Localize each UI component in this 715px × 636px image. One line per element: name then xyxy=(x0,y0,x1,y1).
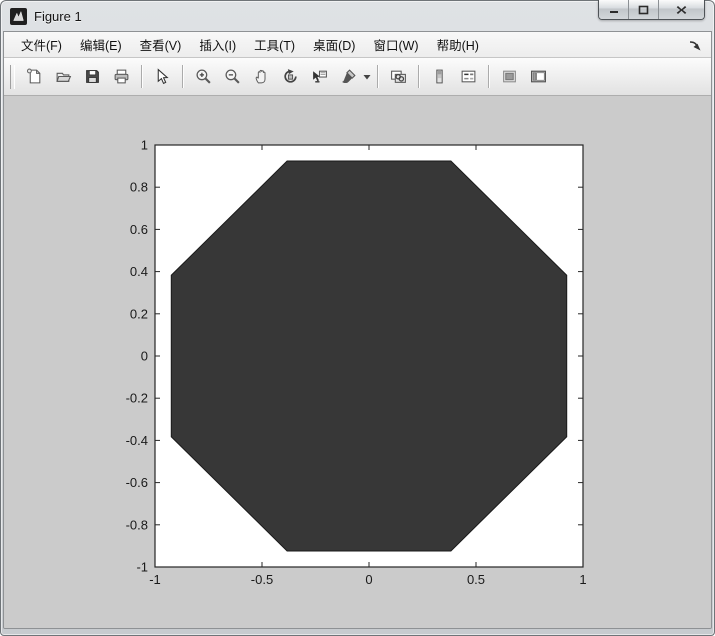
menu-file[interactable]: 文件(F) xyxy=(12,32,71,57)
edit-plot-button[interactable] xyxy=(149,63,176,90)
pan-button[interactable] xyxy=(248,63,275,90)
show-plot-tools-icon xyxy=(530,68,547,85)
legend-icon xyxy=(460,68,477,85)
print-icon xyxy=(113,68,130,85)
brush-dropdown-button[interactable] xyxy=(361,64,372,89)
toolbar-separator xyxy=(418,65,420,88)
menu-bar: 文件(F) 编辑(E) 查看(V) 插入(I) 工具(T) 桌面(D) 窗口(W… xyxy=(4,32,711,58)
brush-data-button[interactable] xyxy=(335,63,362,90)
window-title: Figure 1 xyxy=(34,9,82,24)
minimize-icon xyxy=(609,5,619,14)
y-tick-label: 0.6 xyxy=(130,222,148,237)
y-tick-label: 1 xyxy=(141,138,148,153)
menu-window[interactable]: 窗口(W) xyxy=(364,32,427,57)
pan-hand-icon xyxy=(253,68,270,85)
zoom-in-button[interactable] xyxy=(190,63,217,90)
y-tick-label: -0.6 xyxy=(126,475,148,490)
minimize-button[interactable] xyxy=(599,0,629,19)
menu-tools[interactable]: 工具(T) xyxy=(245,32,304,57)
matlab-logo-icon xyxy=(10,8,27,25)
figure-toolbar xyxy=(4,58,711,96)
toolbar-separator xyxy=(377,65,379,88)
menu-help[interactable]: 帮助(H) xyxy=(428,32,488,57)
y-tick-label: -0.8 xyxy=(126,517,148,532)
window-content: 文件(F) 编辑(E) 查看(V) 插入(I) 工具(T) 桌面(D) 窗口(W… xyxy=(4,32,711,628)
menu-view[interactable]: 查看(V) xyxy=(131,32,191,57)
restore-button[interactable] xyxy=(629,0,659,19)
restore-icon xyxy=(638,5,649,15)
menu-insert[interactable]: 插入(I) xyxy=(190,32,245,57)
menu-desktop[interactable]: 桌面(D) xyxy=(304,32,364,57)
window-controls xyxy=(598,0,705,20)
y-tick-label: 0.4 xyxy=(130,264,148,279)
link-plot-icon xyxy=(390,68,407,85)
new-figure-button[interactable] xyxy=(21,63,48,90)
x-tick-label: -1 xyxy=(149,572,161,587)
zoom-in-icon xyxy=(195,68,212,85)
x-tick-label: -0.5 xyxy=(251,572,273,587)
rotate-3d-icon xyxy=(282,68,299,85)
chevron-down-icon xyxy=(363,74,371,80)
menu-edit[interactable]: 编辑(E) xyxy=(71,32,131,57)
y-tick-label: 0.8 xyxy=(130,180,148,195)
colorbar-icon xyxy=(431,68,448,85)
toolbar-separator xyxy=(488,65,490,88)
data-cursor-button[interactable] xyxy=(306,63,333,90)
toolbar-grip[interactable] xyxy=(10,65,15,89)
axes-plot: -1 -0.5 0 0.5 1 -1 -0.8 -0.6 -0.4 -0.2 0 0.2 0.4 0.6 0… xyxy=(4,96,711,628)
y-tick-label: -1 xyxy=(136,560,148,575)
print-figure-button[interactable] xyxy=(108,63,135,90)
open-file-icon xyxy=(55,68,72,85)
insert-legend-button[interactable] xyxy=(455,63,482,90)
polygon-octagon xyxy=(171,161,566,551)
y-tick-label: 0 xyxy=(141,349,148,364)
show-plot-tools-button[interactable] xyxy=(525,63,552,90)
link-plot-button[interactable] xyxy=(385,63,412,90)
toolbar-separator xyxy=(182,65,184,88)
zoom-out-button[interactable] xyxy=(219,63,246,90)
new-figure-icon xyxy=(26,68,43,85)
close-button[interactable] xyxy=(659,0,704,19)
x-tick-label: 0.5 xyxy=(467,572,485,587)
figure-canvas: -1 -0.5 0 0.5 1 -1 -0.8 -0.6 -0.4 -0.2 0 0.2 0.4 0.6 0… xyxy=(4,96,711,628)
open-file-button[interactable] xyxy=(50,63,77,90)
save-icon xyxy=(84,68,101,85)
x-tick-label: 1 xyxy=(579,572,586,587)
figure-window: Figure 1 文件(F) 编辑(E) 查看(V xyxy=(0,0,715,636)
y-tick-label: 0.2 xyxy=(130,306,148,321)
toolbar-separator xyxy=(141,65,143,88)
dock-figure-arrow-icon[interactable] xyxy=(687,37,703,53)
y-tick-label: -0.4 xyxy=(126,433,148,448)
data-cursor-icon xyxy=(311,68,328,85)
brush-icon xyxy=(340,68,357,85)
hide-plot-tools-button[interactable] xyxy=(496,63,523,90)
insert-colorbar-button[interactable] xyxy=(426,63,453,90)
zoom-out-icon xyxy=(224,68,241,85)
close-icon xyxy=(676,5,687,15)
title-bar[interactable]: Figure 1 xyxy=(0,0,715,32)
pointer-arrow-icon xyxy=(154,68,171,85)
x-tick-label: 0 xyxy=(365,572,372,587)
save-figure-button[interactable] xyxy=(79,63,106,90)
rotate-3d-button[interactable] xyxy=(277,63,304,90)
hide-plot-tools-icon xyxy=(501,68,518,85)
y-tick-label: -0.2 xyxy=(126,391,148,406)
